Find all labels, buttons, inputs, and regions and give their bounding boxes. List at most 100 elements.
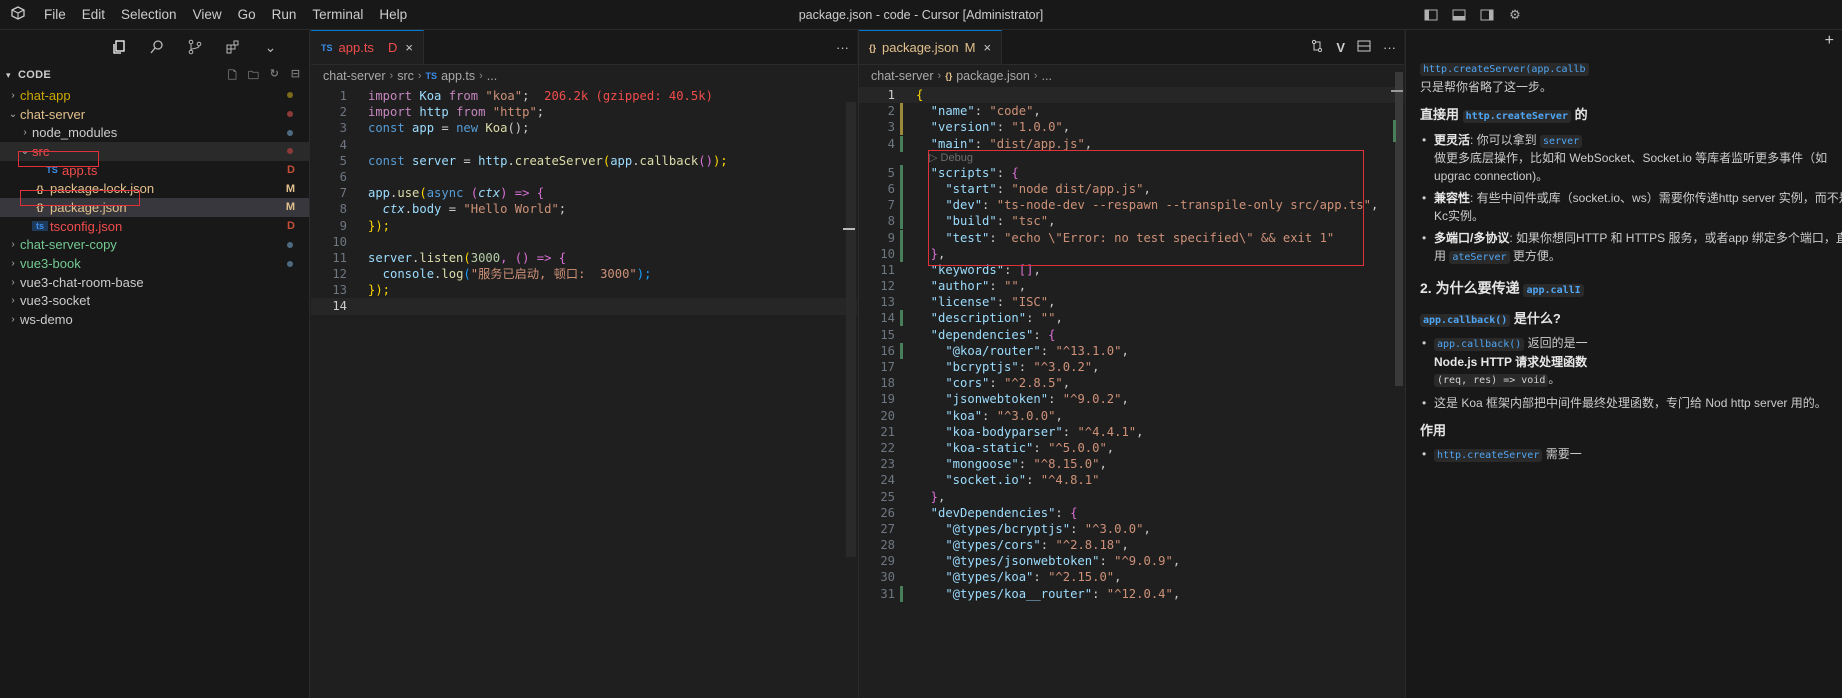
chat-list: http.createServer 需要一 <box>1420 446 1842 465</box>
code-line: 14 "description": "", <box>880 310 1063 327</box>
json-file-icon: {} <box>945 71 953 81</box>
tree-item-label: vue3-chat-room-base <box>20 274 144 290</box>
split-editor-icon[interactable] <box>1357 39 1371 56</box>
tab-app-ts[interactable]: TS app.ts D × <box>311 30 424 64</box>
more-actions-icon[interactable]: ··· <box>1383 40 1396 55</box>
code-line: 2 "name": "code", <box>887 103 1041 120</box>
source-control-icon[interactable] <box>184 36 206 58</box>
menu-file[interactable]: File <box>36 0 74 30</box>
settings-gear-icon[interactable]: ⚙ <box>1508 8 1522 22</box>
status-dot <box>287 148 293 155</box>
workspace-section-header[interactable]: ▾ CODE 🗋 🗀 ↻ ⊟ <box>0 64 309 86</box>
open-changes-icon[interactable] <box>1310 39 1324 56</box>
tab-label: app.ts <box>338 40 374 55</box>
code-line: 30 "@types/koa": "^2.15.0", <box>880 570 1122 585</box>
new-file-icon[interactable]: 🗋 <box>225 67 240 86</box>
inline-code: http.createServer(app.callb <box>1420 63 1589 76</box>
tree-item-label: vue3-book <box>20 256 81 272</box>
menu-terminal[interactable]: Terminal <box>304 0 371 30</box>
breadcrumb: chat-server › {} package.json › ... <box>859 65 1404 87</box>
code-editor-app-ts[interactable]: 1 import Koa from "koa"; 206.2k (gzipped:… <box>311 87 857 315</box>
git-gutter-change-mark <box>900 119 903 136</box>
menu-go[interactable]: Go <box>230 0 264 30</box>
breadcrumb-item[interactable]: chat-server <box>323 69 386 83</box>
workspace-title: CODE <box>18 69 51 81</box>
toggle-secondary-sidebar-icon[interactable] <box>1480 8 1494 22</box>
code-line: 24 "socket.io": "^4.8.1" <box>880 473 1100 488</box>
scrollbar-cursor-mark <box>1391 90 1403 92</box>
breadcrumb-item[interactable]: ... <box>487 69 497 83</box>
refresh-icon[interactable]: ↻ <box>267 67 282 86</box>
menu-selection[interactable]: Selection <box>113 0 185 30</box>
menu-bar: File Edit Selection View Go Run Terminal… <box>36 0 415 30</box>
code-line: 7 app.use(async (ctx) => { <box>339 186 545 201</box>
more-actions-icon[interactable]: ··· <box>836 40 849 55</box>
tab-label: package.json <box>882 40 959 55</box>
git-gutter-change-mark <box>900 342 903 359</box>
git-gutter-change-mark <box>900 213 903 230</box>
chat-text: 只是帮你省略了这一步。 <box>1420 79 1553 94</box>
toggle-primary-sidebar-icon[interactable] <box>1424 8 1438 22</box>
cursor-logo-icon <box>0 6 36 23</box>
editor-scrollbar[interactable] <box>1395 72 1403 386</box>
tree-item-node-modules[interactable]: › node_modules <box>0 123 309 142</box>
tree-item-label: tsconfig.json <box>50 218 123 234</box>
git-gutter-change-mark <box>900 164 903 181</box>
code-line: 12 "author": "", <box>880 279 1027 294</box>
search-icon[interactable] <box>146 36 168 58</box>
typescript-file-icon: TS <box>321 42 333 53</box>
new-folder-icon[interactable]: 🗀 <box>246 67 261 86</box>
tab-package-json[interactable]: {} package.json M × <box>859 30 1003 64</box>
code-line: 26 "devDependencies": { <box>880 505 1078 520</box>
tree-item-vue3-book[interactable]: › vue3-book <box>0 254 309 273</box>
chevron-down-icon[interactable]: ⌄ <box>260 36 282 58</box>
json-file-icon: {} <box>869 42 877 53</box>
chevron-right-icon: › <box>11 314 15 326</box>
new-chat-plus-icon[interactable]: + <box>1825 32 1834 50</box>
close-icon[interactable]: × <box>405 40 413 55</box>
code-line: 8 ctx.body = "Hello World"; <box>339 202 567 217</box>
extensions-icon[interactable] <box>222 36 244 58</box>
toggle-panel-icon[interactable] <box>1452 8 1466 22</box>
menu-edit[interactable]: Edit <box>74 0 113 30</box>
breadcrumb-item[interactable]: package.json <box>956 69 1030 83</box>
tree-item-ws-demo[interactable]: › ws-demo <box>0 310 309 329</box>
code-line: 12 console.log("服务已启动, 顿口: 3000"); <box>332 267 652 282</box>
chat-list: 更灵活: 你可以拿到 server做更多底层操作，比如和 WebSocket、S… <box>1420 132 1842 267</box>
breadcrumb-item[interactable]: src <box>397 69 414 83</box>
code-line: 5 const server = http.createServer(app.ca… <box>339 153 728 168</box>
tree-item-label: chat-app <box>20 87 71 103</box>
breadcrumb-item[interactable]: app.ts <box>441 69 475 83</box>
tree-item-chat-server-copy[interactable]: › chat-server-copy <box>0 236 309 255</box>
tab-status: D <box>387 40 398 55</box>
breadcrumb-item[interactable]: chat-server <box>871 69 934 83</box>
explorer-actions: 🗋 🗀 ↻ ⊟ <box>225 67 303 86</box>
list-item: 这是 Koa 框架内部把中间件最终处理函数，专门给 Nod http serve… <box>1420 395 1842 413</box>
explorer-files-icon[interactable] <box>108 36 130 58</box>
code-line: 20 "koa": "^3.0.0", <box>880 408 1063 423</box>
tree-item-tsconfig-json[interactable]: ts tsconfig.json D <box>0 217 309 236</box>
code-line: 19 "jsonwebtoken": "^9.0.2", <box>880 392 1129 407</box>
tree-item-label: chat-server <box>20 106 86 122</box>
vim-mode-icon[interactable]: V <box>1336 40 1345 55</box>
code-line: 25 }, <box>880 489 946 504</box>
tree-item-vue3-socket[interactable]: › vue3-socket <box>0 292 309 311</box>
code-line: 2 import http from "http"; <box>339 105 545 120</box>
editor-scrollbar[interactable] <box>846 102 856 557</box>
chevron-right-icon: › <box>417 70 422 82</box>
close-icon[interactable]: × <box>983 40 991 55</box>
menu-help[interactable]: Help <box>371 0 415 30</box>
code-line: 6 <box>339 169 347 184</box>
menu-run[interactable]: Run <box>264 0 305 30</box>
collapse-all-icon[interactable]: ⊟ <box>288 67 303 86</box>
tree-item-chat-server[interactable]: ⌄ chat-server <box>0 105 309 124</box>
code-line: 11 server.listen(3000, () => { <box>332 250 567 265</box>
tree-item-vue3-chat-room-base[interactable]: › vue3-chat-room-base <box>0 273 309 292</box>
chat-heading: 作用 <box>1420 423 1447 438</box>
code-line: 28 "@types/cors": "^2.8.18", <box>880 538 1129 553</box>
breadcrumb-item[interactable]: ... <box>1042 69 1052 83</box>
status-dot <box>287 111 293 118</box>
tab-bar: TS app.ts D × ··· <box>311 30 857 65</box>
tree-item-chat-app[interactable]: › chat-app <box>0 86 309 105</box>
menu-view[interactable]: View <box>185 0 230 30</box>
